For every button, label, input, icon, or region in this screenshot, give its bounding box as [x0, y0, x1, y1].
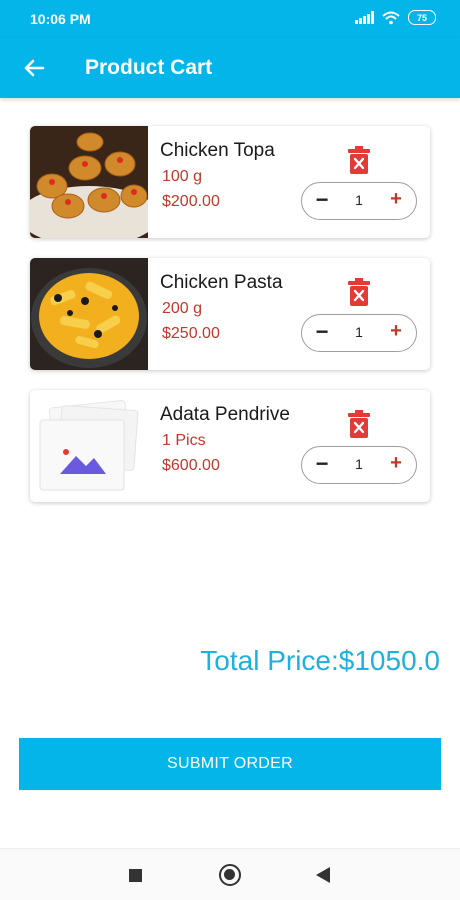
signal-icon [355, 11, 374, 24]
item-price: $200.00 [162, 193, 220, 210]
trash-icon [348, 278, 370, 306]
submit-order-button[interactable]: SUBMIT ORDER [19, 738, 441, 790]
battery-icon: 75 [408, 10, 436, 25]
home-icon[interactable] [219, 864, 241, 886]
image-placeholder-icon [30, 390, 148, 502]
item-name: Adata Pendrive [160, 404, 290, 425]
cart-item-adata-pendrive: Adata Pendrive 1 Pics $600.00 − 1 + [30, 390, 430, 502]
quantity-value: 1 [355, 456, 363, 472]
quantity-value: 1 [355, 192, 363, 208]
delete-button[interactable] [347, 146, 371, 174]
item-price: $250.00 [162, 325, 220, 342]
delete-button[interactable] [347, 278, 371, 306]
app-bar: Product Cart [0, 38, 460, 98]
quantity-stepper: − 1 + [301, 182, 417, 220]
quantity-stepper: − 1 + [301, 314, 417, 352]
decrement-button[interactable]: − [312, 321, 332, 343]
cart-item-chicken-topa: Chicken Topa 100 g $200.00 − 1 + [30, 126, 430, 238]
product-image [30, 126, 148, 238]
status-bar: 10:06 PM 75 [0, 0, 460, 38]
page-title: Product Cart [85, 56, 213, 79]
back-triangle-icon[interactable] [316, 867, 330, 883]
total-price: Total Price:$1050.0 [200, 645, 440, 676]
status-icons: 75 [355, 10, 436, 25]
increment-button[interactable]: + [386, 453, 406, 473]
item-quantity-label: 200 g [162, 300, 203, 317]
trash-icon [348, 146, 370, 174]
status-time: 10:06 PM [30, 11, 91, 27]
system-nav-bar [0, 848, 460, 900]
item-quantity-label: 1 Pics [162, 432, 206, 449]
delete-button[interactable] [347, 410, 371, 438]
arrow-left-icon [24, 59, 45, 77]
recent-apps-icon[interactable] [129, 869, 142, 882]
wifi-icon [382, 11, 400, 24]
product-image [30, 258, 148, 370]
quantity-value: 1 [355, 324, 363, 340]
increment-button[interactable]: + [386, 189, 406, 209]
trash-icon [348, 410, 370, 438]
item-quantity-label: 100 g [162, 168, 203, 185]
item-price: $600.00 [162, 457, 220, 474]
quantity-stepper: − 1 + [301, 446, 417, 484]
cart-item-chicken-pasta: Chicken Pasta 200 g $250.00 − 1 + [30, 258, 430, 370]
back-button[interactable] [18, 52, 50, 84]
item-name: Chicken Pasta [160, 272, 283, 293]
decrement-button[interactable]: − [312, 453, 332, 475]
item-name: Chicken Topa [160, 140, 275, 161]
decrement-button[interactable]: − [312, 189, 332, 211]
increment-button[interactable]: + [386, 321, 406, 341]
